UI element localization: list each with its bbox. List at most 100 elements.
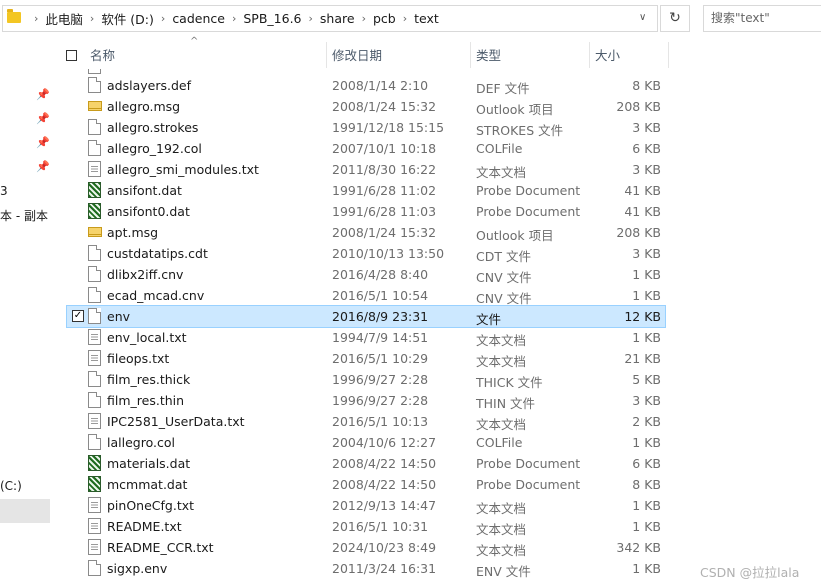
file-row[interactable]: sigxp.env 2011/3/24 16:31 ENV 文件 1 KB [67,558,665,579]
file-row[interactable]: ecad_mcad.cnv 2016/5/1 10:54 CNV 文件 1 KB [67,285,665,306]
file-row[interactable]: ansifont0.dat 1991/6/28 11:03 Probe Docume… [67,201,665,222]
file-row[interactable]: ansifont.dat 1991/6/28 11:02 Probe Documen… [67,180,665,201]
file-size: 3 KB [632,393,661,408]
pin-icon[interactable]: 📌 [36,136,50,149]
file-type: 文件 [476,312,502,327]
nav-item[interactable]: 本 - 副本 [0,207,48,224]
breadcrumb-separator-icon[interactable]: › [403,12,407,25]
breadcrumb-item[interactable]: SPB_16.6 [243,11,301,26]
nav-item[interactable]: 3 [0,184,8,198]
file-type: DEF 文件 [476,81,530,96]
breadcrumb-separator-icon[interactable]: › [90,12,94,25]
breadcrumb-item[interactable]: cadence [172,11,225,26]
file-row[interactable]: pinOneCfg.txt 2012/9/13 14:47 文本文档 1 KB [67,495,665,516]
file-row[interactable]: film_res.thick 1996/9/27 2:28 THICK 文件 5 KB [67,369,665,390]
file-size: 208 KB [616,225,661,240]
file-row[interactable]: apt.msg 2008/1/24 15:32 Outlook 项目 208 KB [67,222,665,243]
file-row[interactable]: ✓ env 2016/8/9 23:31 文件 12 KB [66,305,666,328]
file-size: 5 KB [632,372,661,387]
row-checkbox[interactable]: ✓ [72,310,84,322]
file-date: 2016/5/1 10:54 [332,288,429,303]
file-type: 文本文档 [476,543,527,558]
file-name: ansifont0.dat [107,204,190,219]
column-header-type[interactable]: 类型 [476,45,501,67]
breadcrumb-separator-icon[interactable]: › [161,12,165,25]
breadcrumb-separator-icon[interactable]: › [34,12,38,25]
breadcrumb-item[interactable]: pcb [373,11,396,26]
doc-file-icon [88,392,101,408]
file-row[interactable]: README.txt 2016/5/1 10:31 文本文档 1 KB [67,516,665,537]
file-name: apt.msg [107,225,159,240]
column-divider[interactable] [326,42,327,68]
file-type: 文本文档 [476,354,527,369]
file-row[interactable]: allegro.msg 2008/1/24 15:32 Outlook 项目 208 … [67,96,665,117]
chevron-down-icon[interactable]: ∨ [639,12,646,23]
file-row[interactable]: adslayers.def 2008/1/14 2:10 DEF 文件 8 KB [67,75,665,96]
file-name: sigxp.env [107,561,168,576]
file-date: 2008/4/22 14:50 [332,456,437,471]
address-bar[interactable]: › 此电脑 › 软件 (D:) › cadence › SPB_16.6 › share › pcb ›… [2,5,658,32]
breadcrumb-separator-icon[interactable]: › [362,12,366,25]
file-type: THIN 文件 [476,396,536,411]
column-divider[interactable] [589,42,590,68]
column-divider[interactable] [470,42,471,68]
file-size: 1 KB [632,435,661,450]
breadcrumb-separator-icon[interactable]: › [309,12,313,25]
file-name: ansifont.dat [107,183,182,198]
file-size: 6 KB [632,141,661,156]
pin-icon[interactable]: 📌 [36,112,50,125]
file-date: 2008/4/22 14:50 [332,477,437,492]
column-header-size[interactable]: 大小 [595,45,620,67]
file-row[interactable]: fileops.txt 2016/5/1 10:29 文本文档 21 KB [67,348,665,369]
file-date: 2007/10/1 10:18 [332,141,437,156]
breadcrumb-item[interactable]: share [320,11,355,26]
file-size: 8 KB [632,78,661,93]
nav-item-drive-c[interactable]: (C:) [0,479,22,493]
breadcrumb-item[interactable]: 软件 (D:) [101,9,154,28]
file-row[interactable]: IPC2581_UserData.txt 2016/5/1 10:13 文本文档 2 … [67,411,665,432]
file-row[interactable]: README_CCR.txt 2024/10/23 8:49 文本文档 342 KB [67,537,665,558]
file-size: 3 KB [632,246,661,261]
file-name: film_res.thin [107,393,185,408]
file-row[interactable]: film_res.thin 1996/9/27 2:28 THIN 文件 3 KB [67,390,665,411]
breadcrumb-separator-icon[interactable]: › [232,12,236,25]
file-row[interactable]: lallegro.col 2004/10/6 12:27 COLFile 1 KB [67,432,665,453]
folder-icon [7,9,21,23]
dat-file-icon [88,182,101,198]
txt-file-icon [88,350,101,366]
file-row[interactable]: custdatatips.cdt 2010/10/13 13:50 CDT 文件 3 … [67,243,665,264]
file-name: fileops.txt [107,351,170,366]
file-row[interactable]: materials.dat 2008/4/22 14:50 Probe Docume… [67,453,665,474]
file-type: COLFile [476,141,523,156]
refresh-button[interactable]: ↻ [660,5,690,32]
file-type: 文本文档 [476,165,527,180]
column-header-date[interactable]: 修改日期 [332,45,382,67]
search-input[interactable]: 搜索"text" [703,5,821,32]
pin-icon[interactable]: 📌 [36,160,50,173]
nav-item-selected[interactable] [0,499,50,523]
file-row[interactable]: allegro.strokes 1991/12/18 15:15 STROKES 文… [67,117,665,138]
file-type: 文本文档 [476,501,527,516]
file-date: 2011/3/24 16:31 [332,561,437,576]
file-row[interactable]: mcmmat.dat 2008/4/22 14:50 Probe Document 8… [67,474,665,495]
breadcrumb-item[interactable]: 此电脑 [45,9,83,28]
file-date: 2016/4/28 8:40 [332,267,429,282]
file-type: Probe Document [476,477,581,492]
file-type: Probe Document [476,204,581,219]
file-date: 2010/10/13 13:50 [332,246,445,261]
file-size: 6 KB [632,456,661,471]
watermark: CSDN @拉拉lala [700,565,800,580]
column-header-name[interactable]: 名称 [90,45,115,67]
column-divider[interactable] [668,42,669,68]
select-all-checkbox[interactable] [66,50,77,61]
file-row[interactable]: allegro_192.col 2007/10/1 10:18 COLFile 6 K… [67,138,665,159]
file-name: allegro_smi_modules.txt [107,162,259,177]
file-row[interactable]: allegro_smi_modules.txt 2011/8/30 16:22 文本… [67,159,665,180]
file-row[interactable]: env_local.txt 1994/7/9 14:51 文本文档 1 KB [67,327,665,348]
file-size: 1 KB [632,561,661,576]
file-name: adslayers.def [107,78,191,93]
breadcrumb-item[interactable]: text [414,11,439,26]
file-row[interactable]: dlibx2iff.cnv 2016/4/28 8:40 CNV 文件 1 KB [67,264,665,285]
doc-file-icon [88,119,101,135]
pin-icon[interactable]: 📌 [36,88,50,101]
